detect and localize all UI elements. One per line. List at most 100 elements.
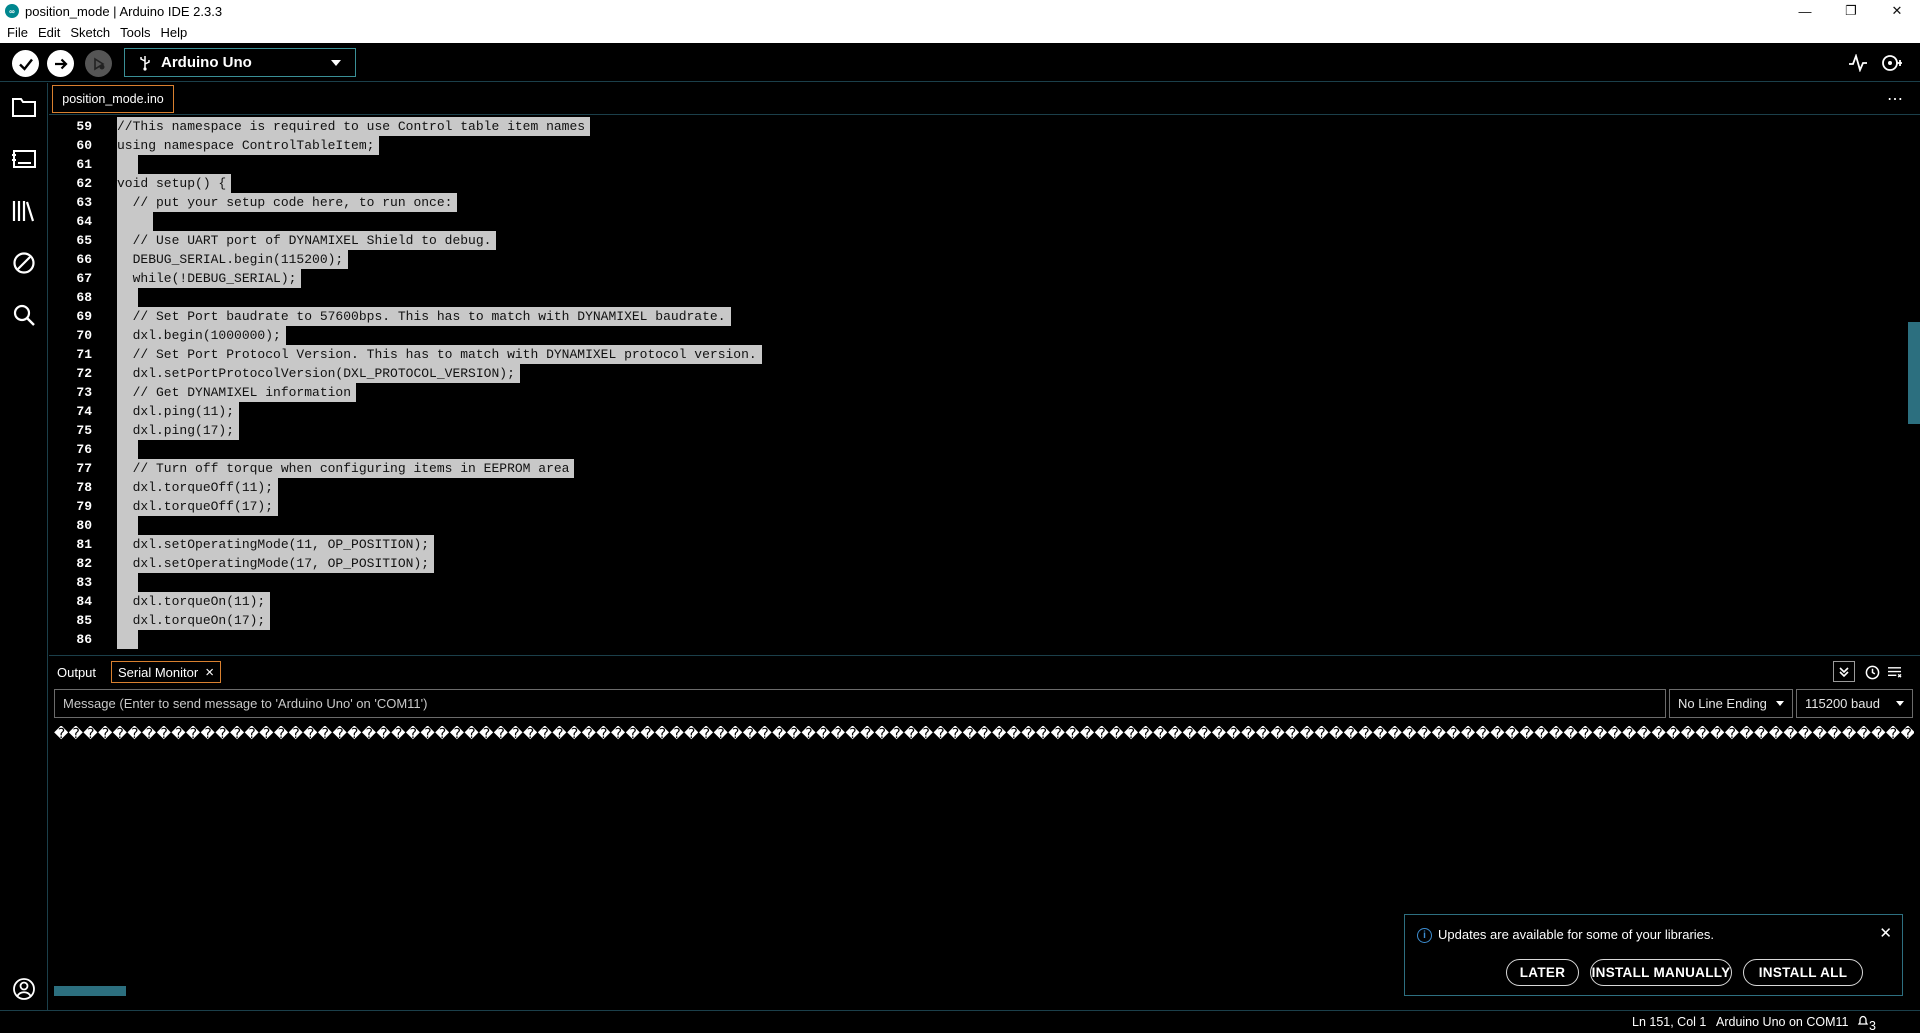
line-ending-select[interactable]: No Line Ending (1669, 689, 1793, 718)
code-line[interactable]: 63 // put your setup code here, to run o… (49, 193, 1909, 212)
code-text[interactable] (117, 573, 138, 592)
code-text[interactable]: using namespace ControlTableItem; (117, 136, 380, 155)
code-line[interactable]: 72 dxl.setPortProtocolVersion(DXL_PROTOC… (49, 364, 1909, 383)
code-text[interactable] (117, 212, 154, 231)
code-line[interactable]: 83 (49, 573, 1909, 592)
close-notification-icon[interactable]: ✕ (1879, 924, 1892, 942)
serial-message-input[interactable]: Message (Enter to send message to 'Ardui… (54, 689, 1666, 718)
code-line[interactable]: 82 dxl.setOperatingMode(17, OP_POSITION)… (49, 554, 1909, 573)
code-text[interactable] (117, 630, 138, 649)
code-line[interactable]: 61 (49, 155, 1909, 174)
code-line[interactable]: 69 // Set Port baudrate to 57600bps. Thi… (49, 307, 1909, 326)
more-options-icon[interactable]: ⋯ (1887, 89, 1904, 109)
board-selector[interactable]: Arduino Uno (124, 48, 356, 77)
serial-monitor-button[interactable] (1880, 51, 1904, 75)
notifications-indicator[interactable]: 3 (1857, 1015, 1876, 1033)
menu-sketch[interactable]: Sketch (70, 25, 110, 40)
menu-tools[interactable]: Tools (120, 25, 150, 40)
editor-scrollbar[interactable] (1908, 116, 1920, 654)
code-line[interactable]: 73 // Get DYNAMIXEL information (49, 383, 1909, 402)
code-text[interactable]: dxl.begin(1000000); (117, 326, 286, 345)
upload-button[interactable] (47, 50, 74, 77)
code-text[interactable]: while(!DEBUG_SERIAL); (117, 269, 302, 288)
code-line[interactable]: 67 while(!DEBUG_SERIAL); (49, 269, 1909, 288)
code-line[interactable]: 79 dxl.torqueOff(17); (49, 497, 1909, 516)
account-button[interactable] (10, 975, 38, 1003)
timestamp-toggle[interactable] (1861, 661, 1883, 683)
code-text[interactable]: // put your setup code here, to run once… (117, 193, 458, 212)
code-editor[interactable]: 59 //This namespace is required to use Co… (49, 116, 1920, 654)
code-line[interactable]: 78 dxl.torqueOff(11); (49, 478, 1909, 497)
tab-output[interactable]: Output (51, 661, 102, 683)
editor-scrollbar-thumb[interactable] (1908, 322, 1920, 424)
code-text[interactable]: DEBUG_SERIAL.begin(115200); (117, 250, 349, 269)
line-number: 76 (76, 442, 92, 457)
code-line[interactable]: 59 //This namespace is required to use Co… (49, 117, 1909, 136)
code-line[interactable]: 64 (49, 212, 1909, 231)
output-scrollbar-thumb[interactable] (54, 986, 126, 996)
code-text[interactable]: // Turn off torque when configuring item… (117, 459, 575, 478)
code-line[interactable]: 86 (49, 630, 1909, 649)
maximize-button[interactable]: ❐ (1828, 0, 1874, 22)
code-text[interactable] (117, 516, 138, 535)
tab-serial-monitor[interactable]: Serial Monitor × (111, 661, 221, 683)
sketchbook-button[interactable] (10, 93, 38, 121)
menu-help[interactable]: Help (160, 25, 187, 40)
code-text[interactable]: // Use UART port of DYNAMIXEL Shield to … (117, 231, 497, 250)
editor-tab-bar: position_mode.ino ⋯ (49, 83, 1920, 115)
code-line[interactable]: 70 dxl.begin(1000000); (49, 326, 1909, 345)
baud-rate-select[interactable]: 115200 baud (1796, 689, 1913, 718)
autoscroll-toggle[interactable] (1833, 661, 1855, 682)
code-line[interactable]: 66 DEBUG_SERIAL.begin(115200); (49, 250, 1909, 269)
debug-panel-button[interactable] (10, 249, 38, 277)
debug-button[interactable] (85, 50, 112, 77)
search-button[interactable] (10, 301, 38, 329)
code-text[interactable]: dxl.ping(11); (117, 402, 240, 421)
code-text[interactable] (117, 155, 138, 174)
install-manually-button[interactable]: INSTALL MANUALLY (1590, 959, 1732, 986)
serial-plotter-button[interactable] (1846, 51, 1870, 75)
code-line[interactable]: 74 dxl.ping(11); (49, 402, 1909, 421)
code-text[interactable]: dxl.setPortProtocolVersion(DXL_PROTOCOL_… (117, 364, 520, 383)
boards-manager-button[interactable] (10, 145, 38, 173)
code-line[interactable]: 80 (49, 516, 1909, 535)
code-text[interactable]: dxl.torqueOff(11); (117, 478, 279, 497)
code-text[interactable]: dxl.torqueOn(17); (117, 611, 271, 630)
tab-position-mode[interactable]: position_mode.ino (52, 85, 174, 113)
code-text[interactable]: //This namespace is required to use Cont… (117, 117, 591, 136)
code-line[interactable]: 65 // Use UART port of DYNAMIXEL Shield … (49, 231, 1909, 250)
code-line[interactable]: 84 dxl.torqueOn(11); (49, 592, 1909, 611)
minimize-button[interactable]: — (1782, 0, 1828, 22)
later-button[interactable]: LATER (1506, 959, 1579, 986)
verify-button[interactable] (12, 50, 39, 77)
code-text[interactable]: // Get DYNAMIXEL information (117, 383, 357, 402)
code-line[interactable]: 75 dxl.ping(17); (49, 421, 1909, 440)
close-window-button[interactable]: ✕ (1874, 0, 1920, 22)
cursor-position[interactable]: Ln 151, Col 1 (1632, 1015, 1706, 1029)
code-line[interactable]: 68 (49, 288, 1909, 307)
code-line[interactable]: 60 using namespace ControlTableItem; (49, 136, 1909, 155)
code-text[interactable]: // Set Port baudrate to 57600bps. This h… (117, 307, 731, 326)
install-all-button[interactable]: INSTALL ALL (1743, 959, 1863, 986)
code-text[interactable]: dxl.torqueOff(17); (117, 497, 279, 516)
menu-edit[interactable]: Edit (38, 25, 60, 40)
code-line[interactable]: 81 dxl.setOperatingMode(11, OP_POSITION)… (49, 535, 1909, 554)
code-text[interactable]: dxl.setOperatingMode(11, OP_POSITION); (117, 535, 435, 554)
board-port-status[interactable]: Arduino Uno on COM11 (1716, 1015, 1848, 1029)
code-text[interactable]: dxl.setOperatingMode(17, OP_POSITION); (117, 554, 435, 573)
menu-file[interactable]: File (7, 25, 28, 40)
code-text[interactable]: // Set Port Protocol Version. This has t… (117, 345, 762, 364)
code-text[interactable] (117, 440, 138, 459)
code-line[interactable]: 77 // Turn off torque when configuring i… (49, 459, 1909, 478)
code-line[interactable]: 85 dxl.torqueOn(17); (49, 611, 1909, 630)
close-tab-icon[interactable]: × (205, 664, 214, 681)
code-text[interactable]: dxl.torqueOn(11); (117, 592, 271, 611)
code-text[interactable] (117, 288, 138, 307)
library-manager-button[interactable] (10, 197, 38, 225)
code-line[interactable]: 76 (49, 440, 1909, 459)
clear-output-button[interactable] (1883, 661, 1905, 683)
code-line[interactable]: 62 void setup() { (49, 174, 1909, 193)
code-line[interactable]: 71 // Set Port Protocol Version. This ha… (49, 345, 1909, 364)
code-text[interactable]: void setup() { (117, 174, 232, 193)
code-text[interactable]: dxl.ping(17); (117, 421, 240, 440)
